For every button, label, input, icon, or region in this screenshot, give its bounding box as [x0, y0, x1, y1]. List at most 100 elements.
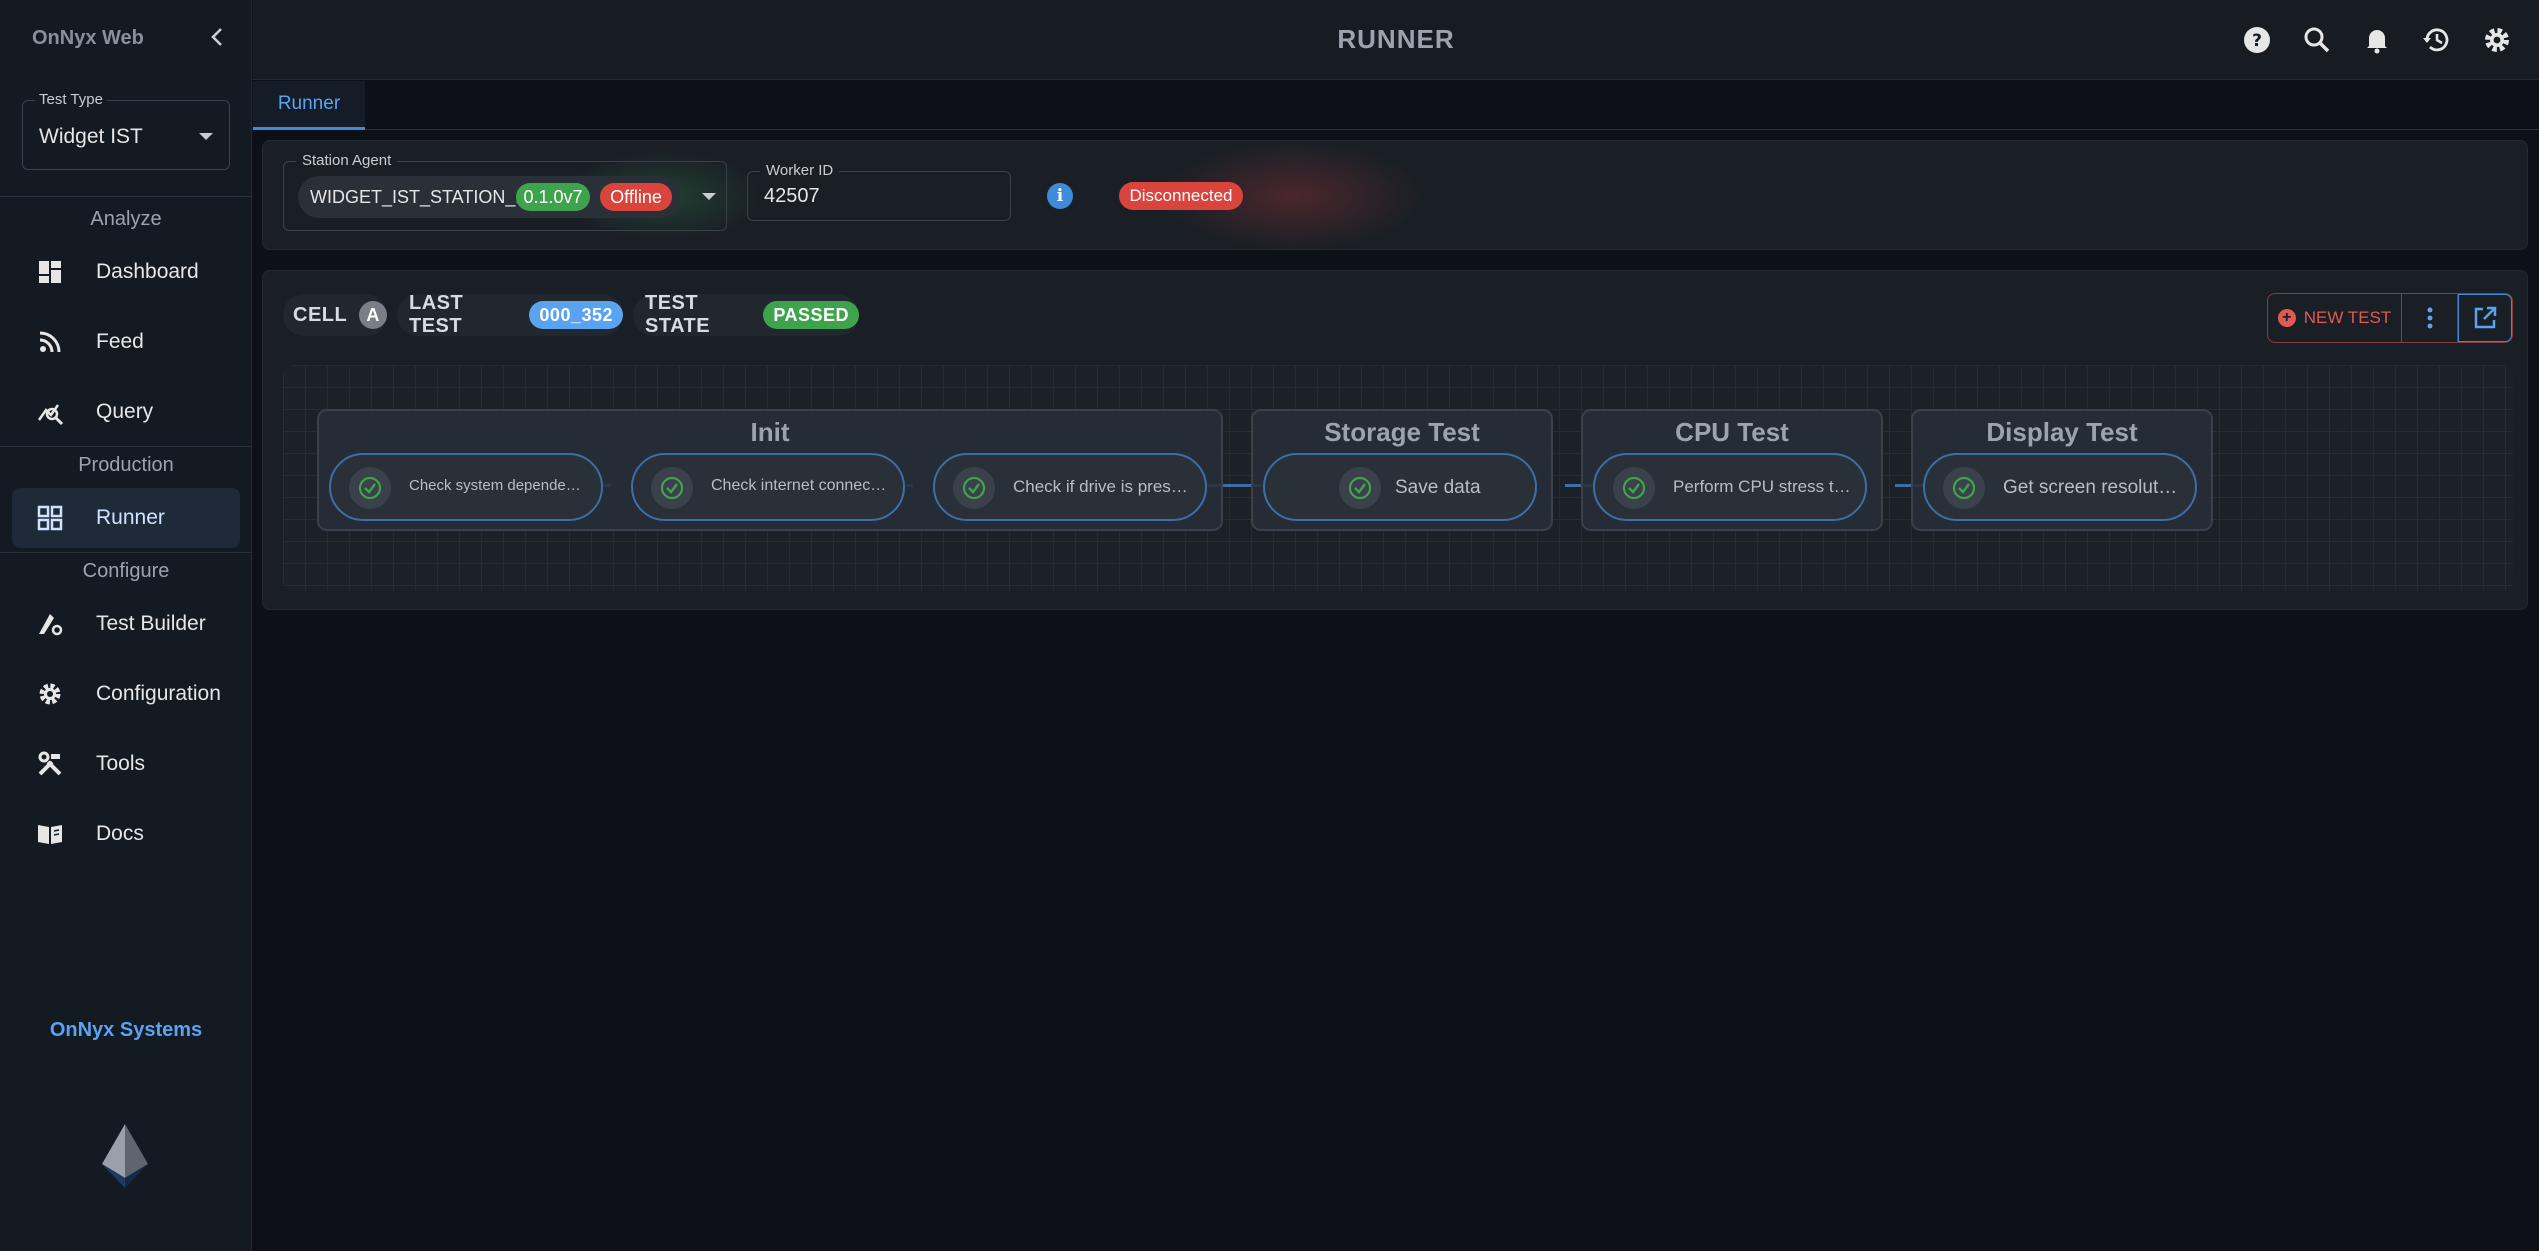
worker-id-value: 42507	[764, 185, 820, 207]
sidebar-item-configuration[interactable]: Configuration	[12, 664, 240, 724]
check-circle-icon	[1943, 467, 1985, 509]
history-button[interactable]	[2419, 22, 2455, 58]
sidebar-item-test-builder[interactable]: Test Builder	[12, 594, 240, 654]
check-circle-icon	[1613, 467, 1655, 509]
flow-step[interactable]: Get screen resolution	[1923, 453, 2197, 521]
check-circle-icon	[953, 467, 995, 509]
worker-id-label: Worker ID	[760, 162, 840, 179]
cell-chip: CELL A	[283, 294, 387, 336]
dropdown-caret-icon	[199, 133, 213, 140]
info-icon[interactable]: i	[1047, 183, 1073, 209]
tools-icon	[38, 751, 62, 776]
help-button[interactable]: ?	[2239, 22, 2275, 58]
sidebar-item-label: Configuration	[96, 682, 221, 705]
history-icon	[2423, 28, 2449, 52]
test-state-label: TEST STATE	[645, 292, 711, 337]
sidebar-item-query[interactable]: Query	[12, 382, 240, 442]
tab-runner[interactable]: Runner	[253, 81, 365, 130]
check-circle-icon	[349, 467, 391, 509]
last-test-label: LAST TEST	[409, 292, 464, 337]
brand-name: OnNyx Systems	[49, 1019, 203, 1041]
flow-group-cpu-test[interactable]: CPU Test Perform CPU stress test	[1581, 409, 1883, 531]
test-type-value: Widget IST	[39, 125, 143, 148]
settings-button[interactable]	[2479, 22, 2515, 58]
flow-step-label: Perform CPU stress test	[1673, 477, 1851, 496]
top-bar: RUNNER ?	[253, 0, 2539, 80]
bell-icon	[2367, 30, 2387, 54]
divider	[0, 196, 252, 197]
flow-group-title: Display Test	[1986, 417, 2138, 447]
flow-group-display-test[interactable]: Display Test Get screen resolution	[1911, 409, 2213, 531]
dropdown-caret-icon	[702, 193, 716, 200]
last-test-chip: LAST TEST 000_352	[397, 292, 623, 337]
cell-label: CELL	[293, 303, 348, 326]
gear-icon	[39, 683, 61, 705]
test-builder-icon	[39, 614, 63, 636]
flow-step[interactable]: Perform CPU stress test	[1593, 453, 1867, 521]
test-state-badge: PASSED	[763, 301, 859, 329]
help-icon: ?	[2244, 27, 2270, 53]
sidebar-item-label: Test Builder	[96, 612, 206, 635]
sidebar-item-label: Runner	[96, 506, 165, 529]
more-options-button[interactable]	[2402, 294, 2458, 342]
sidebar-item-label: Docs	[96, 822, 144, 845]
query-chart-icon	[37, 404, 64, 426]
station-agent-name: WIDGET_IST_STATION_1	[310, 187, 526, 207]
svg-text:?: ?	[2252, 31, 2262, 51]
new-test-label: NEW TEST	[2303, 308, 2392, 327]
settings-icon	[2485, 28, 2509, 52]
tab-bar: Runner	[253, 81, 2539, 130]
flow-step[interactable]: Check system dependencies	[329, 453, 603, 521]
rss-icon	[39, 331, 61, 353]
connection-status-badge: Disconnected	[1119, 182, 1243, 210]
search-icon	[2304, 27, 2330, 53]
sidebar-item-feed[interactable]: Feed	[12, 312, 240, 372]
section-label-configure: Configure	[82, 560, 170, 582]
open-external-button[interactable]	[2458, 294, 2512, 342]
notifications-button[interactable]	[2359, 22, 2395, 58]
flow-step[interactable]: Check if drive is present	[933, 453, 1207, 521]
flow-step-label: Check system dependencies	[409, 477, 587, 494]
worker-id-field[interactable]: Worker ID 42507	[747, 162, 1011, 221]
check-circle-icon	[1339, 467, 1381, 509]
collapse-sidebar-button[interactable]	[204, 24, 230, 50]
sidebar-item-tools[interactable]: Tools	[12, 734, 240, 794]
section-label-analyze: Analyze	[90, 208, 162, 230]
station-agent-label: Station Agent	[296, 152, 398, 169]
station-panel: Station Agent WIDGET_IST_STATION_1 0.1.0…	[262, 140, 2528, 250]
flow-group-storage-test[interactable]: Storage Test Save data	[1251, 409, 1553, 531]
sidebar-item-label: Query	[96, 400, 154, 423]
onnyx-logo	[102, 1124, 148, 1188]
new-test-button[interactable]: + NEW TEST	[2268, 294, 2402, 342]
sidebar-item-dashboard[interactable]: Dashboard	[12, 242, 240, 302]
flow-group-title: Storage Test	[1324, 417, 1480, 447]
test-flow-canvas[interactable]: Init Check system dependencies Check int…	[283, 365, 2513, 591]
divider	[0, 446, 252, 447]
add-circle-icon: +	[2277, 309, 2296, 327]
check-circle-icon	[651, 467, 693, 509]
flow-step[interactable]: Save data	[1263, 453, 1537, 521]
test-type-select[interactable]: Test Type Widget IST	[22, 91, 230, 170]
station-agent-chip: WIDGET_IST_STATION_1 0.1.0v7 Offline	[298, 176, 680, 218]
test-type-label: Test Type	[35, 91, 107, 108]
flow-group-title: CPU Test	[1675, 417, 1789, 447]
app-title: OnNyx Web	[32, 27, 144, 49]
search-button[interactable]	[2299, 22, 2335, 58]
flow-step-label: Save data	[1395, 477, 1481, 498]
dashboard-icon	[39, 261, 61, 283]
flow-group-init[interactable]: Init Check system dependencies Check int…	[317, 409, 1223, 531]
flow-group-title: Init	[750, 417, 790, 447]
last-test-badge[interactable]: 000_352	[529, 301, 623, 329]
more-vert-icon	[2427, 307, 2432, 329]
test-state-chip: TEST STATE PASSED	[633, 292, 859, 337]
section-label-production: Production	[78, 454, 174, 476]
sidebar-item-docs[interactable]: Docs	[12, 804, 240, 864]
open-in-new-icon	[2474, 306, 2497, 329]
sidebar: OnNyx Web Test Type Widget IST Analyze D…	[0, 0, 252, 1251]
test-actions: + NEW TEST	[2267, 293, 2513, 343]
header-actions: ?	[2239, 22, 2515, 58]
flow-step[interactable]: Check internet connection	[631, 453, 905, 521]
page-title: RUNNER	[1337, 24, 1455, 54]
sidebar-item-runner[interactable]: Runner	[12, 488, 240, 548]
station-agent-select[interactable]: Station Agent WIDGET_IST_STATION_1 0.1.0…	[283, 152, 727, 231]
